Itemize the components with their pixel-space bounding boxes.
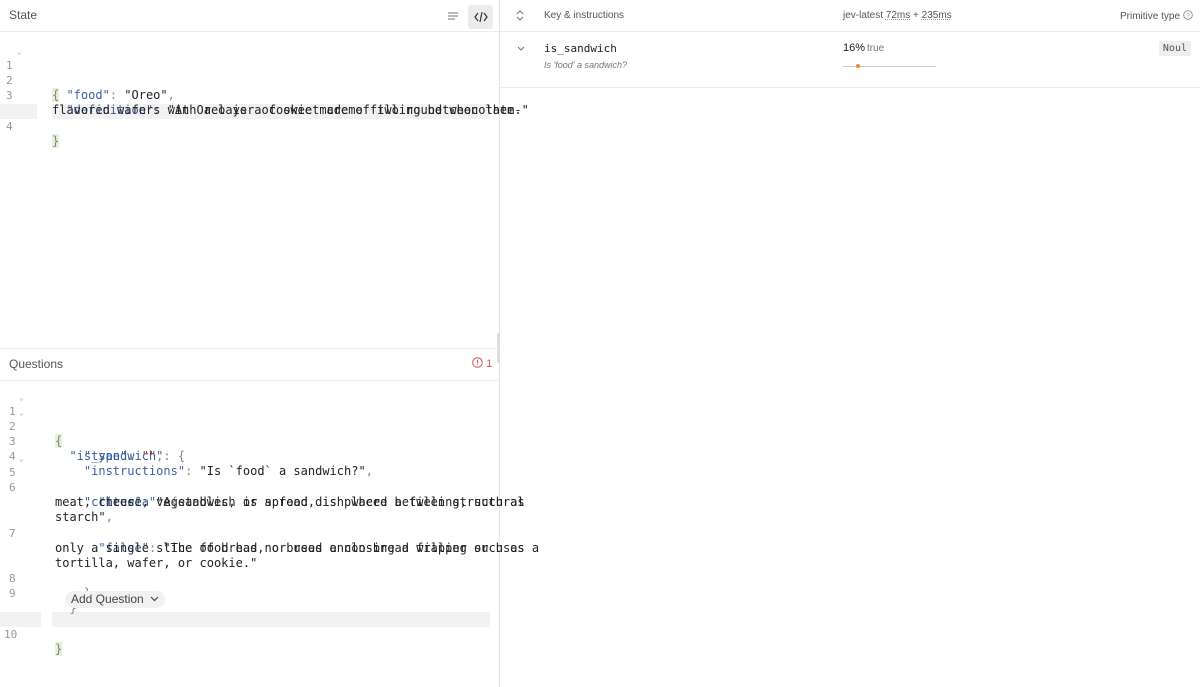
add-question-button[interactable]: Add Question: [65, 591, 166, 608]
state-panel-title: State: [9, 8, 38, 22]
expand-collapse-icon[interactable]: [516, 10, 524, 21]
state-panel-header: State: [0, 0, 499, 32]
fold-chevron-icon[interactable]: ⌄: [19, 451, 24, 466]
line-number: 10: [4, 628, 18, 641]
primitive-type-header: Primitive type ?: [1120, 10, 1193, 22]
type-badge: Noul: [1158, 41, 1191, 56]
error-count: 1: [486, 358, 493, 370]
key-column-header: Key & instructions: [544, 10, 625, 21]
error-indicator[interactable]: 1: [472, 357, 492, 370]
fold-chevron-icon[interactable]: ⌄: [19, 390, 24, 405]
help-icon[interactable]: ?: [1183, 10, 1193, 20]
result-row[interactable]: is_sandwich Is 'food' a sandwich? 16% tr…: [500, 32, 1200, 88]
questions-panel-title: Questions: [9, 357, 64, 371]
result-percent: 16%: [843, 42, 866, 54]
result-key: is_sandwich: [544, 42, 617, 55]
result-instruction: Is 'food' a sandwich?: [544, 60, 627, 70]
state-code-editor[interactable]: 1 ⌄ { 2 "food": "Oreo", 3 "definition": …: [0, 32, 529, 348]
error-icon: [472, 357, 483, 368]
probability-bar: [843, 64, 936, 68]
line-number: 9: [9, 587, 16, 600]
add-question-label: Add Question: [71, 592, 144, 606]
line-number: 4: [6, 120, 13, 133]
code-token: }: [52, 134, 60, 148]
code-token: }: [55, 642, 63, 656]
questions-panel-header: Questions 1: [0, 348, 499, 381]
fold-chevron-icon[interactable]: ⌄: [17, 44, 22, 59]
model-name: jev-latest: [843, 10, 884, 21]
questions-code-editor[interactable]: 1 ⌄ { 2 ⌄ "is_sandwich": { 3 "type": "",…: [0, 380, 539, 687]
left-pane: State 1 ⌄ { 2 "food": "Oreo", 3 "definit…: [0, 0, 539, 687]
result-answer: true: [867, 43, 885, 54]
format-icon[interactable]: [440, 5, 465, 29]
svg-text:?: ?: [1186, 13, 1190, 20]
chevron-down-icon: [150, 596, 159, 602]
latency-plus: +: [913, 10, 919, 21]
latency-2: 235ms: [921, 10, 952, 21]
code-view-icon[interactable]: [468, 5, 493, 29]
model-header: jev-latest 72ms + 235ms: [843, 10, 952, 21]
primitive-type-label: Primitive type: [1120, 11, 1181, 22]
fold-chevron-icon[interactable]: ⌄: [19, 405, 24, 420]
results-table-header: Key & instructions jev-latest 72ms + 235…: [500, 0, 1200, 32]
results-pane: Key & instructions jev-latest 72ms + 235…: [500, 0, 1200, 687]
probability-marker: [855, 64, 860, 68]
latency-1: 72ms: [885, 10, 911, 21]
chevron-down-icon[interactable]: [517, 46, 525, 52]
